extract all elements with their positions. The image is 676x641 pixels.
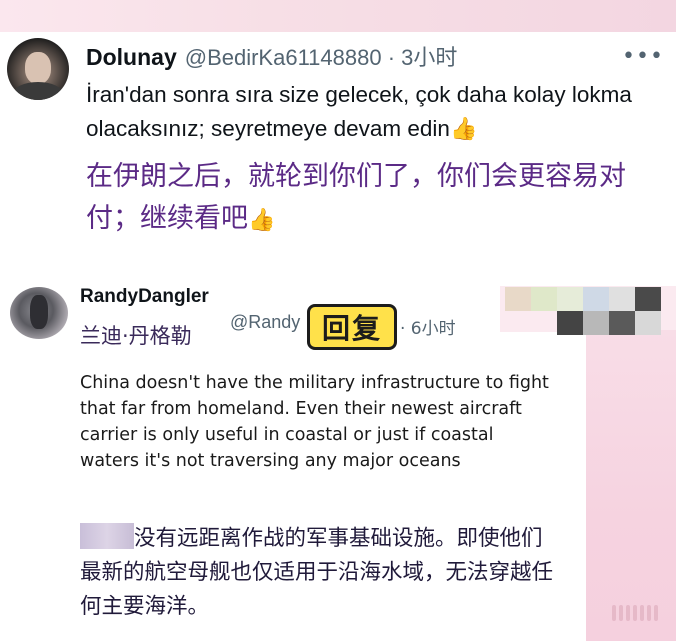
tweet-header: Dolunay @BedirKa61148880 · 3小时 — [86, 40, 457, 71]
divider — [0, 268, 676, 282]
reply-sticker: 回复 — [307, 304, 397, 350]
avatar[interactable] — [7, 38, 69, 100]
timestamp[interactable]: · 6小时 — [400, 314, 456, 339]
pink-background-side — [586, 330, 676, 641]
avatar[interactable] — [10, 287, 68, 339]
top-pink-strip — [0, 0, 676, 32]
reply-sticker-label: 回复 — [321, 312, 382, 345]
avatar-shirt — [13, 82, 63, 100]
redacted-blur — [80, 523, 134, 549]
handle[interactable]: @Randy — [230, 312, 300, 333]
handle-and-time[interactable]: @BedirKa61148880 · 3小时 — [185, 40, 458, 72]
display-name-translation: 兰迪·丹格勒 — [80, 324, 192, 348]
tweet-translation-chinese: 在伊朗之后，就轮到你们了，你们会更容易对付；继续看吧👍 — [86, 156, 646, 242]
avatar-figure — [30, 295, 48, 329]
tweet-text-zh: 没有远距离作战的军事基础设施。即使他们最新的航空母舰也仅适用于沿海水域，无法穿越… — [80, 526, 554, 619]
tweet-text-zh: 在伊朗之后，就轮到你们了，你们会更容易对付；继续看吧 — [86, 161, 626, 234]
tweet-text-tr: İran'dan sonra sıra size gelecek, çok da… — [86, 82, 632, 141]
mosaic-blur — [505, 287, 661, 335]
tweet-text-turkish: İran'dan sonra sıra size gelecek, çok da… — [86, 78, 646, 146]
display-name[interactable]: Dolunay — [86, 44, 177, 71]
tweet-translation-chinese: 没有远距离作战的军事基础设施。即使他们最新的航空母舰也仅适用于沿海水域，无法穿越… — [80, 522, 560, 624]
watermark-icon — [612, 602, 666, 624]
thumbs-up-icon: 👍 — [248, 208, 276, 233]
display-name[interactable]: RandyDangler — [80, 286, 209, 308]
avatar-face — [25, 52, 51, 84]
tweet-text-english: China doesn't have the military infrastr… — [80, 373, 549, 471]
more-options-icon[interactable]: ••• — [622, 44, 664, 69]
thumbs-up-icon: 👍 — [449, 116, 478, 141]
